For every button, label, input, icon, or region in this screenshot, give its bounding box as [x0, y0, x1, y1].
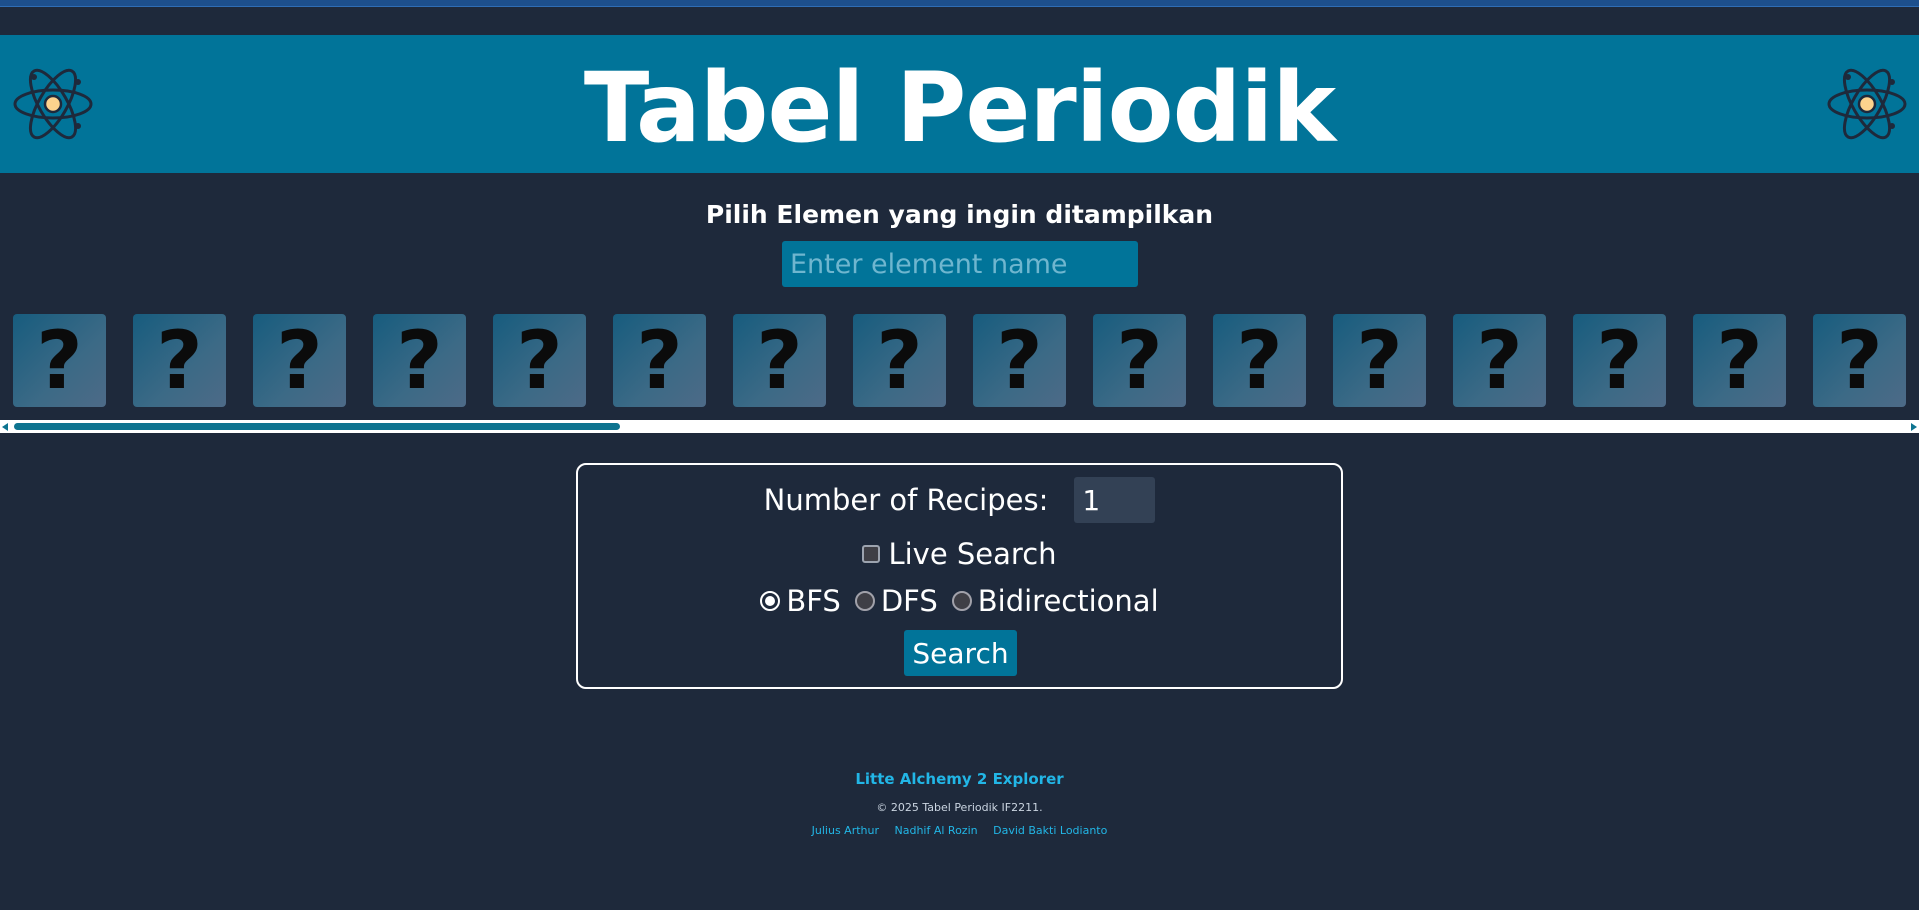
bidirectional-radio-label[interactable]: Bidirectional — [978, 584, 1159, 618]
horizontal-scrollbar[interactable] — [0, 420, 1919, 433]
author-link[interactable]: David Bakti Lodianto — [993, 824, 1107, 837]
element-card[interactable]: ? — [373, 314, 466, 407]
element-picker-heading: Pilih Elemen yang ingin ditampilkan — [705, 200, 1214, 229]
footer-title: Litte Alchemy 2 Explorer — [855, 770, 1064, 788]
element-card[interactable]: ? — [1093, 314, 1186, 407]
scroll-left-arrow-icon[interactable] — [2, 423, 8, 431]
live-search-checkbox[interactable] — [862, 545, 881, 563]
element-card[interactable]: ? — [133, 314, 226, 407]
element-card[interactable]: ? — [613, 314, 706, 407]
element-search-input[interactable] — [782, 241, 1138, 287]
live-search-row: Live Search — [578, 537, 1341, 571]
dfs-radio[interactable] — [854, 591, 875, 611]
scrollbar-thumb[interactable] — [14, 423, 620, 430]
page-header: Tabel Periodik — [0, 35, 1919, 173]
page-title: Tabel Periodik — [583, 52, 1336, 164]
author-link[interactable]: Nadhif Al Rozin — [895, 824, 978, 837]
search-button[interactable]: Search — [904, 630, 1017, 676]
element-card[interactable]: ? — [733, 314, 826, 407]
bfs-radio-label[interactable]: BFS — [786, 584, 840, 618]
dfs-radio-label[interactable]: DFS — [881, 584, 938, 618]
element-card[interactable]: ? — [493, 314, 586, 407]
recipes-label: Number of Recipes: — [763, 483, 1049, 517]
window-top-border — [0, 0, 1919, 7]
scroll-right-arrow-icon[interactable] — [1911, 423, 1917, 431]
element-card[interactable]: ? — [853, 314, 946, 407]
element-card[interactable]: ? — [1213, 314, 1306, 407]
element-card[interactable]: ? — [1453, 314, 1546, 407]
footer-authors: Julius Arthur Nadhif Al Rozin David Bakt… — [0, 824, 1919, 837]
element-card[interactable]: ? — [973, 314, 1066, 407]
element-card[interactable]: ? — [253, 314, 346, 407]
atom-icon — [1827, 68, 1907, 140]
atom-icon — [13, 68, 93, 140]
author-link[interactable]: Julius Arthur — [812, 824, 879, 837]
search-options-panel: Number of Recipes: Live Search BFS DFS B… — [576, 463, 1343, 689]
recipes-row: Number of Recipes: — [578, 477, 1341, 523]
element-card[interactable]: ? — [1333, 314, 1426, 407]
footer-copyright: © 2025 Tabel Periodik IF2211. — [876, 801, 1043, 814]
element-card[interactable]: ? — [1693, 314, 1786, 407]
recipes-count-input[interactable] — [1074, 477, 1156, 523]
element-card[interactable]: ? — [1573, 314, 1666, 407]
element-card[interactable]: ? — [1813, 314, 1906, 407]
algorithm-radio-group: BFS DFS Bidirectional — [578, 584, 1341, 618]
bfs-radio[interactable] — [760, 591, 781, 611]
bidirectional-radio[interactable] — [951, 591, 972, 611]
element-card[interactable]: ? — [13, 314, 106, 407]
live-search-label[interactable]: Live Search — [888, 537, 1056, 571]
page-footer: Litte Alchemy 2 Explorer © 2025 Tabel Pe… — [0, 770, 1919, 837]
element-card-strip: ? ? ? ? ? ? ? ? ? ? ? ? ? ? ? ? — [13, 314, 1919, 407]
